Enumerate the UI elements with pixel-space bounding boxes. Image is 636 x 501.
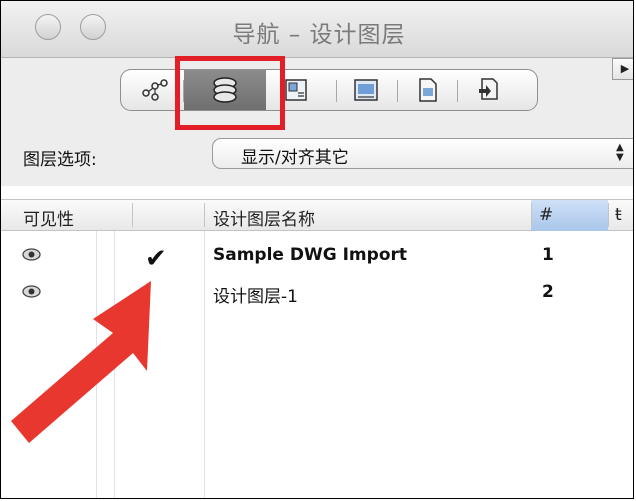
publish-view-button[interactable]	[461, 70, 515, 110]
annotation-highlight-box	[175, 56, 285, 130]
checkmark-icon[interactable]: ✔	[145, 244, 167, 274]
layer-name[interactable]: Sample DWG Import	[213, 245, 407, 265]
sheet-icon	[354, 79, 378, 101]
window-title: 导航 – 设计图层	[232, 22, 406, 48]
layer-options-label: 图层选项:	[23, 150, 97, 170]
column-extra[interactable]: ŧ	[615, 205, 622, 225]
layer-number: 2	[542, 282, 554, 302]
toolbar-expand-button[interactable]: ▶	[612, 58, 633, 80]
column-number[interactable]: #	[539, 205, 553, 225]
layer-options-value: 显示/对齐其它	[241, 148, 349, 168]
column-visibility[interactable]: 可见性	[23, 205, 74, 230]
layer-options-select[interactable]: 显示/对齐其它 ▲ ▼	[212, 138, 633, 169]
navigation-window: 导航 – 设计图层 ▶ 图层选项: 显示/对齐其它 ▲ ▼ 可见性 设计图层名称…	[0, 0, 634, 499]
chevron-updown-icon: ▲ ▼	[616, 142, 624, 163]
network-view-button[interactable]	[128, 70, 182, 110]
document-view-button[interactable]	[401, 70, 455, 110]
title-bar: 导航 – 设计图层	[1, 1, 633, 58]
document-icon	[419, 78, 437, 102]
eye-icon[interactable]	[22, 248, 41, 261]
column-layer-name[interactable]: 设计图层名称	[213, 205, 315, 230]
table-header: 可见性 设计图层名称 # ŧ	[1, 199, 633, 231]
sheet-view-button[interactable]	[339, 70, 393, 110]
layer-name[interactable]: 设计图层-1	[213, 282, 298, 307]
layout-icon	[285, 79, 307, 101]
annotation-arrow	[11, 281, 151, 443]
network-icon	[142, 79, 168, 101]
publish-icon	[479, 78, 498, 100]
layer-number: 1	[542, 245, 554, 265]
